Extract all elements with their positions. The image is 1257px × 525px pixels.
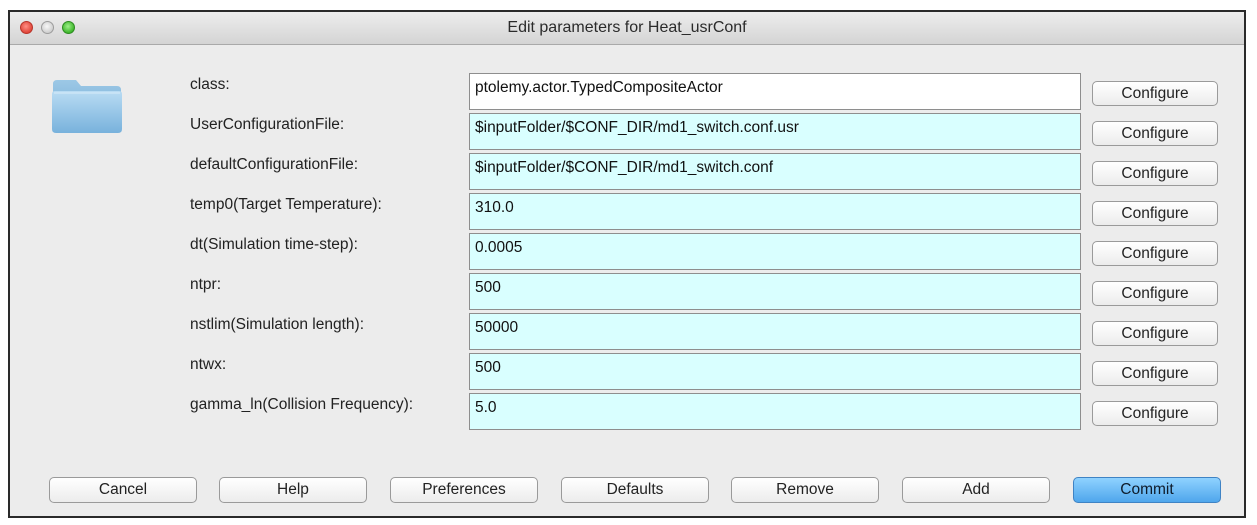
param-field-ntwx[interactable]: 500	[469, 353, 1081, 390]
preferences-button[interactable]: Preferences	[390, 477, 538, 503]
window-title: Edit parameters for Heat_usrConf	[507, 19, 747, 36]
configure-button-user-configuration-file[interactable]: Configure	[1092, 121, 1218, 146]
param-field-user-configuration-file[interactable]: $inputFolder/$CONF_DIR/md1_switch.conf.u…	[469, 113, 1081, 150]
param-label-gamma-ln: gamma_ln(Collision Frequency):	[190, 396, 414, 413]
configure-button-ntpr[interactable]: Configure	[1092, 281, 1218, 306]
configure-button-ntwx[interactable]: Configure	[1092, 361, 1218, 386]
configure-button-dt[interactable]: Configure	[1092, 241, 1218, 266]
param-field-ntpr[interactable]: 500	[469, 273, 1081, 310]
title-bar[interactable]: Edit parameters for Heat_usrConf	[10, 12, 1244, 45]
param-field-class[interactable]: ptolemy.actor.TypedCompositeActor	[469, 73, 1081, 110]
param-label-class: class:	[190, 76, 230, 93]
param-label-ntwx: ntwx:	[190, 356, 227, 373]
configure-button-class[interactable]: Configure	[1092, 81, 1218, 106]
configure-button-gamma-ln[interactable]: Configure	[1092, 401, 1218, 426]
configure-button-default-configuration-file[interactable]: Configure	[1092, 161, 1218, 186]
param-label-dt: dt(Simulation time-step):	[190, 236, 358, 253]
commit-button[interactable]: Commit	[1073, 477, 1221, 503]
configure-button-temp0[interactable]: Configure	[1092, 201, 1218, 226]
defaults-button[interactable]: Defaults	[561, 477, 709, 503]
param-field-nstlim[interactable]: 50000	[469, 313, 1081, 350]
edit-parameters-dialog: Edit parameters for Heat_usrConf class: …	[8, 10, 1246, 518]
param-field-default-configuration-file[interactable]: $inputFolder/$CONF_DIR/md1_switch.conf	[469, 153, 1081, 190]
param-label-temp0: temp0(Target Temperature):	[190, 196, 382, 213]
param-field-temp0[interactable]: 310.0	[469, 193, 1081, 230]
folder-icon	[50, 76, 124, 139]
param-label-nstlim: nstlim(Simulation length):	[190, 316, 365, 333]
add-button[interactable]: Add	[902, 477, 1050, 503]
help-button[interactable]: Help	[219, 477, 367, 503]
param-field-dt[interactable]: 0.0005	[469, 233, 1081, 270]
param-field-gamma-ln[interactable]: 5.0	[469, 393, 1081, 430]
remove-button[interactable]: Remove	[731, 477, 879, 503]
param-label-ntpr: ntpr:	[190, 276, 222, 293]
configure-button-nstlim[interactable]: Configure	[1092, 321, 1218, 346]
param-label-default-configuration-file: defaultConfigurationFile:	[190, 156, 359, 173]
param-label-user-configuration-file: UserConfigurationFile:	[190, 116, 345, 133]
cancel-button[interactable]: Cancel	[49, 477, 197, 503]
